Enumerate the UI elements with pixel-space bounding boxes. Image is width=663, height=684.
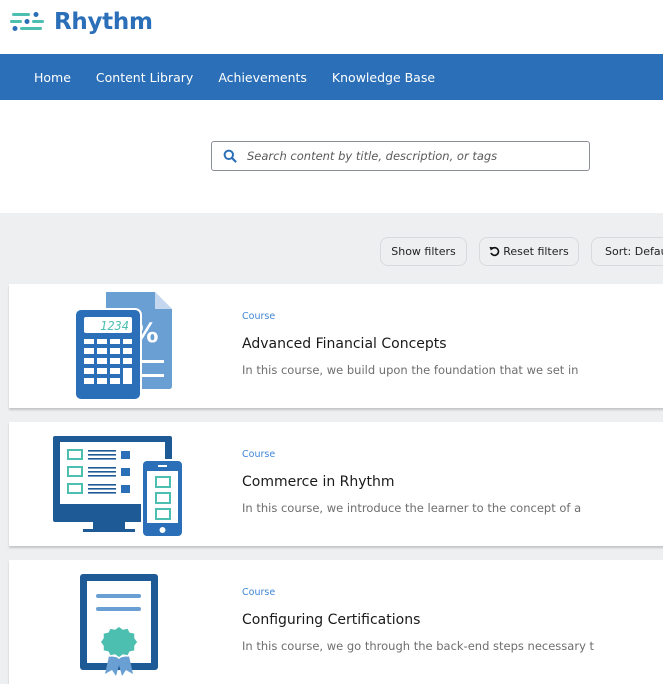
rhythm-logo-icon <box>10 12 44 31</box>
nav-item-home[interactable]: Home <box>34 70 71 85</box>
course-description: In this course, we go through the back-e… <box>242 639 595 653</box>
nav-item-achievements[interactable]: Achievements <box>218 70 307 85</box>
undo-icon <box>489 246 500 257</box>
content-type-label: Course <box>242 311 276 322</box>
nav-item-knowledge-base[interactable]: Knowledge Base <box>332 70 435 85</box>
certificate-icon <box>80 574 158 676</box>
header: Rhythm <box>0 0 663 54</box>
logo[interactable]: Rhythm <box>10 9 153 35</box>
search-input[interactable] <box>247 149 567 163</box>
content-type-label: Course <box>242 587 276 598</box>
search-section <box>0 100 663 213</box>
course-description: In this course, we build upon the founda… <box>242 363 579 377</box>
search-icon <box>223 149 237 163</box>
sort-dropdown[interactable]: Sort: Default <box>591 237 663 266</box>
course-title[interactable]: Configuring Certifications <box>242 612 420 628</box>
content-type-label: Course <box>242 449 276 460</box>
devices-icon <box>53 436 184 538</box>
calculator-display: 1234 <box>100 319 129 333</box>
nav-item-content-library[interactable]: Content Library <box>96 70 193 85</box>
course-card[interactable]: Course Commerce in Rhythm In this course… <box>9 422 663 546</box>
calculator-icon: % 1234 <box>74 292 172 401</box>
reset-filters-label: Reset filters <box>503 245 569 258</box>
content-library: Show filters Reset filters Sort: Default… <box>0 213 663 684</box>
course-title[interactable]: Advanced Financial Concepts <box>242 336 447 352</box>
brand-name: Rhythm <box>54 9 153 35</box>
show-filters-button[interactable]: Show filters <box>380 237 467 266</box>
course-card[interactable]: Course Configuring Certifications In thi… <box>9 560 663 684</box>
main-nav: Home Content Library Achievements Knowle… <box>0 54 663 100</box>
course-card[interactable]: % 1234 Course Advanced Financial Concept… <box>9 284 663 408</box>
reset-filters-button[interactable]: Reset filters <box>479 237 579 266</box>
course-description: In this course, we introduce the learner… <box>242 501 582 515</box>
search-box[interactable] <box>211 141 590 171</box>
course-title[interactable]: Commerce in Rhythm <box>242 474 395 490</box>
